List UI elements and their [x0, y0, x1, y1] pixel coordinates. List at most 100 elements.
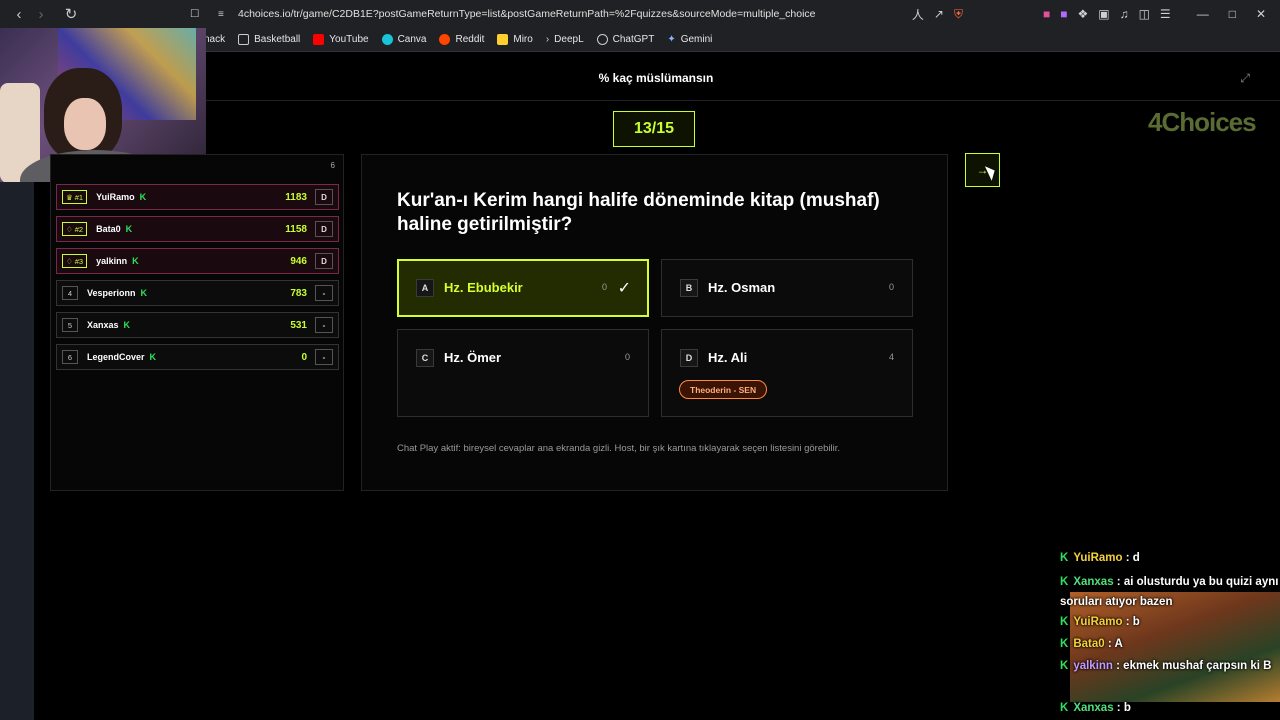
player-score: 1183	[285, 191, 307, 203]
player-name: Xanxas	[87, 320, 119, 330]
option-count: 4	[888, 352, 894, 362]
reddit-icon	[439, 34, 451, 45]
minimize-icon[interactable]: —	[1197, 7, 1209, 21]
bookmark-label: ChatGPT	[612, 34, 655, 45]
rank-badge: ♢ #2	[62, 222, 88, 236]
deepl-icon: ›	[545, 34, 550, 45]
leaderboard-row: ♛ #1 YuiRamo K 1183 D	[56, 184, 339, 210]
diamond-icon: ♢	[66, 224, 73, 234]
maximize-icon[interactable]: □	[1229, 7, 1236, 21]
answer-status: -	[315, 349, 333, 365]
player-name: Bata0	[96, 224, 121, 234]
question-text: Kur'an-ı Kerim hangi halife döneminde ki…	[397, 190, 880, 235]
app-logo: 4Choices	[1148, 107, 1257, 137]
kick-badge-icon: K	[1060, 576, 1069, 588]
wallet-icon[interactable]: ▣	[1098, 7, 1109, 21]
option-count: 0	[624, 352, 630, 362]
bookmark-item[interactable]: › DeepL	[546, 34, 584, 45]
chatgpt-icon	[596, 34, 608, 45]
translate-icon[interactable]: 人	[912, 6, 924, 23]
leaderboard: 6 ♛ #1 YuiRamo K 1183 D ♢ #2 Bata0 K 1158 …	[50, 154, 344, 491]
option-count: 0	[601, 282, 607, 292]
rank-badge: 5	[62, 318, 78, 332]
fullscreen-icon[interactable]: ⤢	[1240, 71, 1250, 86]
leaderboard-row: 6 LegendCover K 0 -	[56, 344, 339, 370]
rank-badge: 4	[62, 286, 78, 300]
bookmark-label: DeepL	[554, 34, 584, 45]
chat-message: K Xanxas : ai olusturdu ya bu quizi aynı …	[1060, 572, 1280, 612]
chat-user: Bata0	[1073, 638, 1105, 650]
puzzle-icon[interactable]: ❖	[1077, 7, 1088, 21]
chat-text: : ekmek mushaf çarpsın ki B	[1116, 660, 1272, 672]
stream-chat: K YuiRamo : d K Xanxas : ai olusturdu ya b…	[1057, 530, 1280, 720]
bookmark-label: Miro	[513, 34, 533, 45]
question-counter: 13/15	[613, 111, 695, 147]
gemini-icon: ✦	[667, 34, 676, 45]
bookmark-item[interactable]: nack	[204, 34, 225, 45]
leaderboard-row: 5 Xanxas K 531 -	[56, 312, 339, 338]
option-letter: B	[680, 279, 698, 297]
checkmark-icon: ✓	[617, 280, 631, 297]
bookmark-item[interactable]: Canva	[381, 34, 426, 45]
music-icon[interactable]: ♫	[1120, 7, 1129, 21]
option-letter: A	[416, 279, 434, 297]
answer-status: -	[315, 317, 333, 333]
site-info-icon[interactable]: ≡	[218, 9, 224, 20]
diamond-icon: ♢	[66, 256, 73, 266]
brave-shield-icon[interactable]: ⛨	[954, 7, 963, 22]
player-score: 946	[290, 255, 307, 267]
share-icon[interactable]: ↗	[934, 7, 944, 21]
rank-label: #1	[74, 192, 84, 202]
bookmark-item[interactable]: ChatGPT	[596, 34, 655, 45]
menu-icon[interactable]: ☰	[1160, 7, 1171, 21]
player-score: 531	[290, 319, 307, 331]
rank-badge: ♛ #1	[62, 190, 88, 204]
option-letter: D	[680, 349, 698, 367]
player-name: LegendCover	[87, 352, 145, 362]
extension-icon[interactable]: ■	[1060, 7, 1067, 21]
rank-label: #2	[74, 224, 84, 234]
bookmark-item[interactable]: Miro	[497, 34, 533, 45]
address-bar[interactable]: ☐ ≡ 4choices.io/tr/game/C2DB1E?postGameR…	[190, 4, 930, 24]
bookmark-item[interactable]: Basketball	[238, 34, 300, 45]
player-name: yalkinn	[96, 256, 128, 266]
bookmark-item[interactable]: Reddit	[439, 34, 484, 45]
kick-badge-icon: K	[139, 192, 147, 202]
option-d[interactable]: D Hz. Ali 4 Theoderin - SEN	[661, 329, 913, 417]
kick-badge-icon: K	[1060, 660, 1069, 672]
chat-message: K YuiRamo : b	[1060, 612, 1280, 632]
page-sidebar-strip	[0, 182, 34, 720]
close-icon[interactable]: ✕	[1256, 7, 1266, 21]
kick-badge-icon: K	[132, 256, 139, 266]
option-b[interactable]: B Hz. Osman 0	[661, 259, 913, 317]
folder-icon	[238, 34, 250, 45]
option-a[interactable]: A Hz. Ebubekir 0 ✓	[397, 259, 649, 317]
back-icon[interactable]: ‹	[8, 3, 30, 25]
player-score: 1158	[285, 223, 307, 235]
player-score: 783	[290, 287, 307, 299]
kick-badge-icon: K	[1060, 616, 1069, 628]
chat-text: : A	[1107, 638, 1123, 650]
option-count: 0	[888, 282, 894, 292]
rank-badge: ♢ #3	[62, 254, 88, 268]
player-score: 0	[301, 351, 307, 363]
kick-badge-icon: K	[1060, 638, 1069, 650]
bookmark-item[interactable]: YouTube	[313, 34, 369, 45]
bookmark-label: YouTube	[329, 34, 369, 45]
rank-badge: 6	[62, 350, 78, 364]
bookmark-label: Gemini	[680, 34, 713, 45]
reload-icon[interactable]: ↻	[60, 3, 82, 25]
option-label: Hz. Ömer	[444, 350, 502, 365]
extension-icon[interactable]: ■	[1043, 7, 1050, 21]
chat-message: K YuiRamo : d	[1060, 548, 1280, 568]
chat-text: : d	[1125, 552, 1140, 564]
option-c[interactable]: C Hz. Ömer 0	[397, 329, 649, 417]
sidebar-icon[interactable]: ◫	[1139, 7, 1150, 21]
leaderboard-row: ♢ #2 Bata0 K 1158 D	[56, 216, 339, 242]
rank-label: #3	[74, 256, 84, 266]
chat-user: yalkinn	[1073, 660, 1113, 672]
answer-status: D	[315, 253, 333, 269]
bookmark-icon[interactable]: ☐	[190, 8, 199, 20]
forward-icon[interactable]: ›	[30, 3, 52, 25]
bookmark-item[interactable]: ✦ Gemini	[667, 34, 712, 45]
